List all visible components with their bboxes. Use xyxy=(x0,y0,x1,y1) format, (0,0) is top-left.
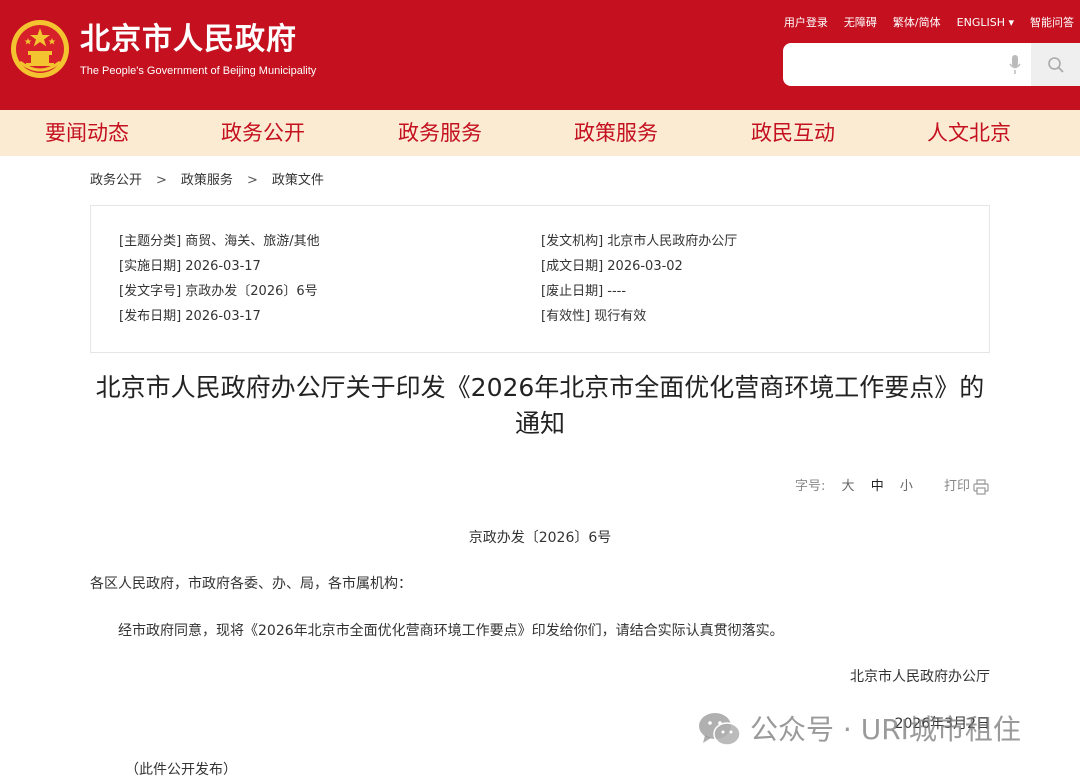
meta-effective-date: [实施日期] 2026-03-17 xyxy=(119,259,261,274)
print-button[interactable]: 打印 xyxy=(944,478,989,496)
font-size-tools: 字号: 大 中 小 xyxy=(795,478,913,496)
meta-publish-date: [发布日期] 2026-03-17 xyxy=(119,309,261,324)
meta-doc-number: [发文字号] 京政办发〔2026〕6号 xyxy=(119,284,318,299)
wechat-icon xyxy=(699,713,741,746)
search-box xyxy=(783,43,1080,86)
font-small-button[interactable]: 小 xyxy=(900,479,913,494)
print-label: 打印 xyxy=(944,479,971,494)
salutation: 各区人民政府，市政府各委、办、局，各市属机构： xyxy=(90,576,412,592)
font-large-button[interactable]: 大 xyxy=(842,479,855,494)
login-link[interactable]: 用户登录 xyxy=(784,15,828,31)
site-header: 北京市人民政府 The People's Government of Beiji… xyxy=(0,0,1080,110)
breadcrumb-policy-services[interactable]: 政策服务 xyxy=(181,173,233,188)
site-title[interactable]: 北京市人民政府 xyxy=(80,22,297,58)
breadcrumb-policy-documents[interactable]: 政策文件 xyxy=(272,173,324,188)
printer-icon xyxy=(973,479,989,495)
nav-item-services[interactable]: 政务服务 xyxy=(398,110,482,156)
document-meta-box: [主题分类] 商贸、海关、旅游/其他 [发文机构] 北京市人民政府办公厅 [实施… xyxy=(90,205,990,353)
english-link[interactable]: ENGLISH ▾ xyxy=(957,15,1014,31)
publication-note: （此件公开发布） xyxy=(125,762,237,778)
breadcrumb-government-affairs[interactable]: 政务公开 xyxy=(90,173,142,188)
font-size-label: 字号: xyxy=(795,479,826,494)
nav-item-policy[interactable]: 政策服务 xyxy=(574,110,658,156)
body-paragraph: 经市政府同意，现将《2026年北京市全面优化营商环境工作要点》印发给你们，请结合… xyxy=(118,623,784,639)
nav-item-culture[interactable]: 人文北京 xyxy=(927,110,1011,156)
document-title: 北京市人民政府办公厅关于印发《2026年北京市全面优化营商环境工作要点》的通知 xyxy=(95,373,985,438)
search-icon xyxy=(1047,56,1064,73)
document-number: 京政办发〔2026〕6号 xyxy=(468,530,612,546)
nav-item-news[interactable]: 要闻动态 xyxy=(45,110,129,156)
meta-written-date: [成文日期] 2026-03-02 xyxy=(541,259,683,274)
smart-qa-link[interactable]: 智能问答 xyxy=(1030,15,1074,31)
breadcrumb-separator: > xyxy=(156,173,167,188)
search-input[interactable] xyxy=(783,43,1019,86)
meta-issuer: [发文机构] 北京市人民政府办公厅 xyxy=(541,234,738,249)
meta-topic: [主题分类] 商贸、海关、旅游/其他 xyxy=(119,234,320,249)
site-subtitle: The People's Government of Beijing Munic… xyxy=(80,65,317,77)
nav-item-government-affairs[interactable]: 政务公开 xyxy=(221,110,305,156)
meta-repeal-date: [废止日期] ---- xyxy=(541,284,627,299)
microphone-icon[interactable] xyxy=(1009,55,1021,75)
signing-date: 2026年3月2日 xyxy=(894,716,990,732)
main-nav: 要闻动态 政务公开 政务服务 政策服务 政民互动 人文北京 xyxy=(0,110,1080,156)
nav-item-interaction[interactable]: 政民互动 xyxy=(751,110,835,156)
signing-organization: 北京市人民政府办公厅 xyxy=(850,669,990,685)
breadcrumb-separator: > xyxy=(246,173,258,188)
search-button[interactable] xyxy=(1031,43,1080,86)
accessibility-link[interactable]: 无障碍 xyxy=(844,15,877,31)
font-medium-button[interactable]: 中 xyxy=(871,479,884,494)
national-emblem-icon[interactable] xyxy=(10,18,70,80)
top-links: 用户登录 无障碍 繁体/简体 ENGLISH ▾ 智能问答 xyxy=(784,15,1074,31)
meta-validity: [有效性] 现行有效 xyxy=(541,309,647,324)
traditional-simplified-link[interactable]: 繁体/简体 xyxy=(893,15,941,31)
breadcrumb: 政务公开 > 政策服务 > 政策文件 xyxy=(90,172,324,190)
